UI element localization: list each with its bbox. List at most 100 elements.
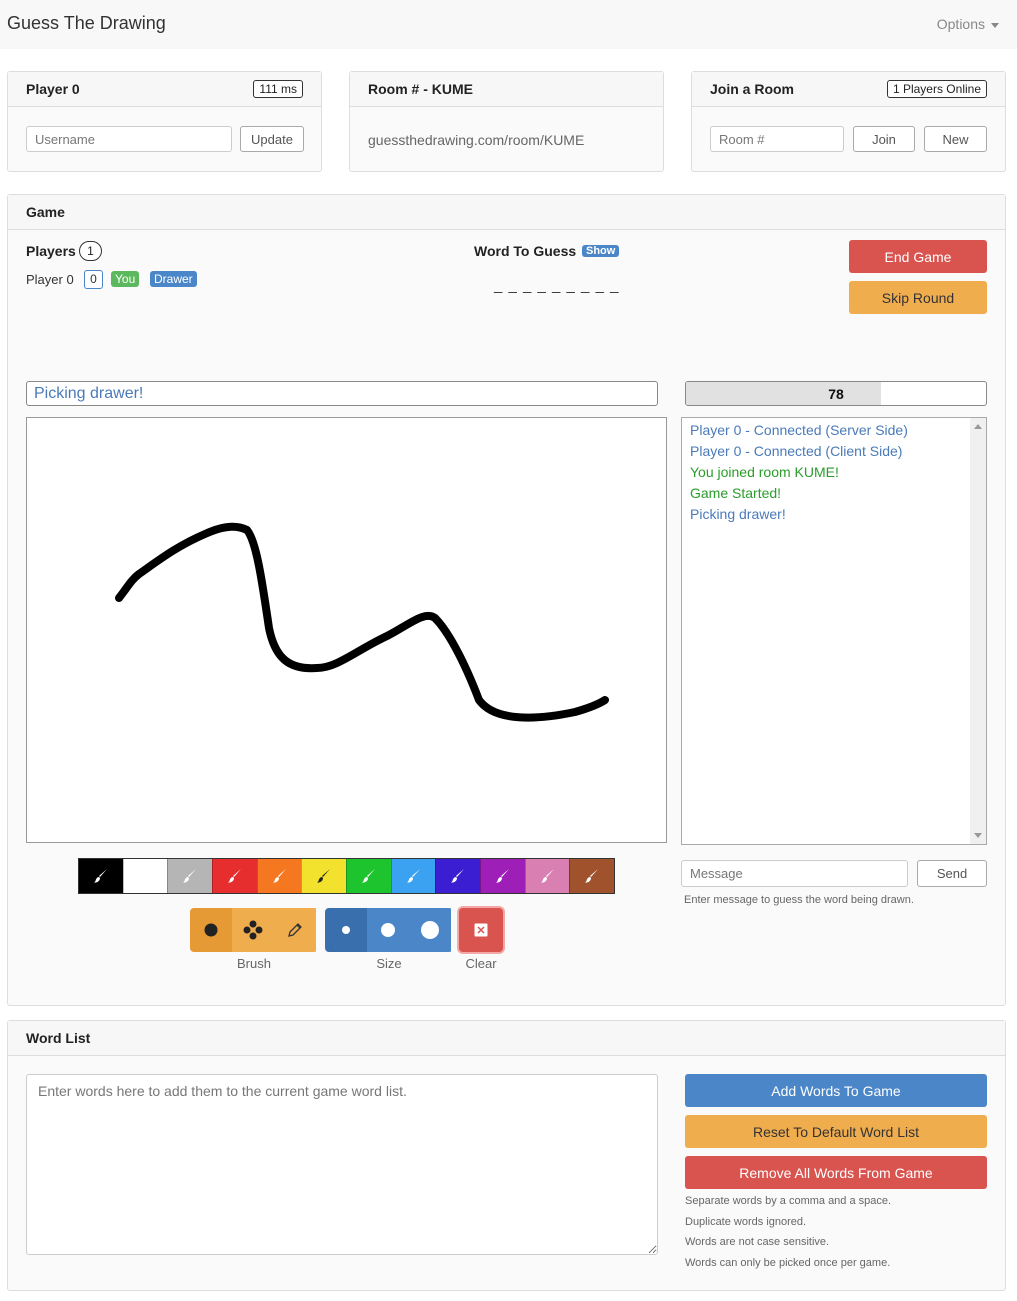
- word-blanks: _ _ _ _ _ _ _ _ _: [494, 277, 620, 294]
- color-swatch[interactable]: [569, 859, 615, 893]
- chat-message: Player 0 - Connected (Server Side): [690, 422, 908, 438]
- join-room-title: Join a Room: [710, 81, 795, 97]
- remove-all-words-button[interactable]: Remove All Words From Game: [685, 1156, 987, 1189]
- timer-bar: 78: [685, 381, 987, 406]
- word-list-header: Word List: [8, 1021, 1005, 1056]
- brush-icon: [406, 869, 420, 883]
- room-panel-header: Room # - KUME: [350, 72, 663, 107]
- chat-message: You joined room KUME!: [690, 464, 839, 480]
- room-number-input[interactable]: [710, 126, 844, 152]
- player-score-badge: 0: [84, 270, 103, 289]
- color-swatch[interactable]: [167, 859, 213, 893]
- update-button[interactable]: Update: [240, 126, 304, 152]
- join-room-panel: Join a Room 1 Players Online Join New: [691, 71, 1006, 172]
- ping-badge: 111 ms: [253, 80, 303, 98]
- color-swatch[interactable]: [79, 859, 123, 893]
- color-palette: [78, 858, 615, 894]
- word-list-title: Word List: [26, 1030, 91, 1046]
- player-name: Player 0: [26, 272, 74, 287]
- timer-value: 78: [828, 386, 844, 402]
- chat-help-text: Enter message to guess the word being dr…: [684, 894, 914, 906]
- brush-icon: [317, 869, 331, 883]
- players-online-badge: 1 Players Online: [886, 80, 987, 98]
- color-swatch[interactable]: [346, 859, 391, 893]
- room-panel: Room # - KUME guessthedrawing.com/room/K…: [349, 71, 664, 172]
- color-swatch[interactable]: [524, 859, 570, 893]
- word-list-textarea[interactable]: [26, 1074, 658, 1255]
- brush-icon: [183, 869, 197, 883]
- send-button[interactable]: Send: [917, 860, 987, 887]
- word-help-4: Words can only be picked once per game.: [685, 1257, 891, 1269]
- brush-icon: [451, 869, 465, 883]
- word-help-3: Words are not case sensitive.: [685, 1236, 830, 1248]
- brush-tool-group: [190, 908, 318, 952]
- small-dot-icon[interactable]: [325, 908, 367, 952]
- brush-icon: [495, 869, 509, 883]
- options-label: Options: [936, 16, 985, 32]
- player-name-title: Player 0: [26, 81, 80, 97]
- word-help-2: Duplicate words ignored.: [685, 1216, 807, 1228]
- add-words-button[interactable]: Add Words To Game: [685, 1074, 987, 1107]
- pencil-icon[interactable]: [274, 908, 316, 952]
- username-input[interactable]: [26, 126, 232, 152]
- navbar: Guess The Drawing Options: [0, 0, 1017, 49]
- color-swatch[interactable]: [390, 859, 436, 893]
- chat-scrollbar[interactable]: [970, 418, 986, 844]
- brush-caption: Brush: [237, 956, 271, 971]
- join-button[interactable]: Join: [853, 126, 915, 152]
- join-panel-header: Join a Room 1 Players Online: [692, 72, 1005, 107]
- options-dropdown[interactable]: Options: [937, 16, 999, 32]
- color-swatch[interactable]: [480, 859, 525, 893]
- brush-icon: [93, 869, 107, 883]
- color-swatch[interactable]: [212, 859, 257, 893]
- size-tool-group: [325, 908, 453, 952]
- show-word-button[interactable]: Show: [582, 245, 620, 257]
- drawing-canvas[interactable]: [26, 417, 667, 843]
- end-game-button[interactable]: End Game: [849, 240, 987, 273]
- close-icon: [474, 923, 488, 937]
- brush-icon: [138, 869, 152, 883]
- clear-caption: Clear: [465, 956, 497, 971]
- caret-down-icon: [991, 22, 999, 28]
- color-swatch[interactable]: [301, 859, 347, 893]
- color-swatch[interactable]: [256, 859, 302, 893]
- game-status: Picking drawer!: [26, 381, 658, 406]
- scroll-up-icon[interactable]: [974, 424, 982, 429]
- circle-brush-icon[interactable]: [190, 908, 232, 952]
- you-label: You: [111, 271, 140, 287]
- message-input[interactable]: [681, 860, 908, 887]
- size-caption: Size: [376, 956, 402, 971]
- brush-icon: [361, 869, 375, 883]
- medium-dot-icon[interactable]: [367, 908, 409, 952]
- word-to-guess-label: Word To Guess: [474, 243, 577, 259]
- brush-icon: [540, 869, 554, 883]
- game-panel-header: Game: [8, 195, 1005, 230]
- drawn-stroke: [115, 522, 609, 722]
- clear-button[interactable]: [459, 908, 503, 952]
- game-title: Game: [26, 204, 65, 220]
- player-panel: Player 0 111 ms Update: [7, 71, 322, 172]
- brush-icon: [272, 869, 286, 883]
- players-count-badge: 1: [79, 241, 102, 261]
- new-room-button[interactable]: New: [924, 126, 987, 152]
- color-swatch[interactable]: [122, 859, 168, 893]
- drawer-label: Drawer: [150, 271, 197, 287]
- room-title: Room # - KUME: [368, 81, 473, 97]
- word-help-1: Separate words by a comma and a space.: [685, 1195, 892, 1207]
- brush-icon: [585, 869, 599, 883]
- diamond-brush-icon[interactable]: [232, 908, 274, 952]
- room-url[interactable]: guessthedrawing.com/room/KUME: [368, 132, 584, 148]
- color-swatch[interactable]: [435, 859, 481, 893]
- chat-message: Player 0 - Connected (Client Side): [690, 443, 903, 459]
- players-heading: Players: [26, 243, 76, 259]
- brush-icon: [227, 869, 241, 883]
- app-title[interactable]: Guess The Drawing: [7, 13, 166, 34]
- large-dot-icon[interactable]: [409, 908, 451, 952]
- chat-message: Picking drawer!: [690, 506, 786, 522]
- chat-log[interactable]: Player 0 - Connected (Server Side) Player…: [681, 417, 987, 845]
- scroll-down-icon[interactable]: [974, 833, 982, 838]
- reset-word-list-button[interactable]: Reset To Default Word List: [685, 1115, 987, 1148]
- chat-message: Game Started!: [690, 485, 782, 501]
- skip-round-button[interactable]: Skip Round: [849, 281, 987, 314]
- player-panel-header: Player 0 111 ms: [8, 72, 321, 107]
